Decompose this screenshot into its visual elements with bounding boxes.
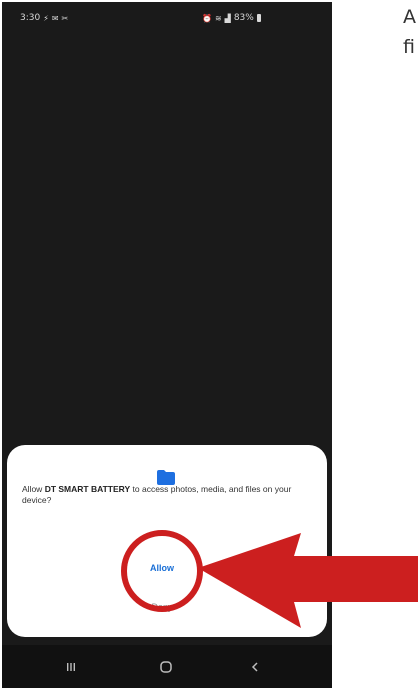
lightning-icon: ⚡ [43, 13, 49, 23]
home-button[interactable] [146, 653, 186, 681]
allow-button[interactable]: Allow [142, 561, 182, 575]
back-icon [251, 662, 258, 672]
status-left: 3:30 ⚡ ✉ ✂ [20, 13, 68, 23]
status-time: 3:30 [20, 13, 41, 23]
instruction-line-1: A [403, 6, 416, 28]
back-button[interactable] [235, 653, 275, 681]
navigation-bar [2, 645, 332, 688]
instruction-text-cutoff: A fi [403, 2, 418, 62]
permission-dialog: Allow DT SMART BATTERY to access photos,… [7, 445, 327, 637]
battery-icon [256, 14, 261, 22]
scissors-icon: ✂ [61, 13, 69, 23]
phone-screen: 3:30 ⚡ ✉ ✂ ⏰ ≋ ▟ 83% Allow DT SMART BATT… [2, 2, 332, 688]
signal-icon: ▟ [224, 13, 231, 23]
status-right: ⏰ ≋ ▟ 83% [202, 13, 261, 23]
page: 3:30 ⚡ ✉ ✂ ⏰ ≋ ▟ 83% Allow DT SMART BATT… [0, 0, 418, 690]
instruction-line-2: fi [403, 36, 415, 58]
recents-icon [67, 663, 75, 671]
alarm-icon: ⏰ [202, 13, 212, 23]
recents-button[interactable] [51, 653, 91, 681]
message-prefix: Allow [22, 484, 45, 494]
status-bar: 3:30 ⚡ ✉ ✂ ⏰ ≋ ▟ 83% [2, 2, 332, 36]
deny-button[interactable]: Deny [142, 600, 182, 614]
notification-icon: ✉ [51, 13, 59, 23]
folder-icon [157, 470, 175, 485]
wifi-icon: ≋ [214, 13, 222, 23]
battery-percent: 83% [233, 13, 254, 23]
app-name: DT SMART BATTERY [44, 484, 131, 494]
permission-message: Allow DT SMART BATTERY to access photos,… [22, 484, 314, 505]
home-icon [160, 661, 172, 673]
